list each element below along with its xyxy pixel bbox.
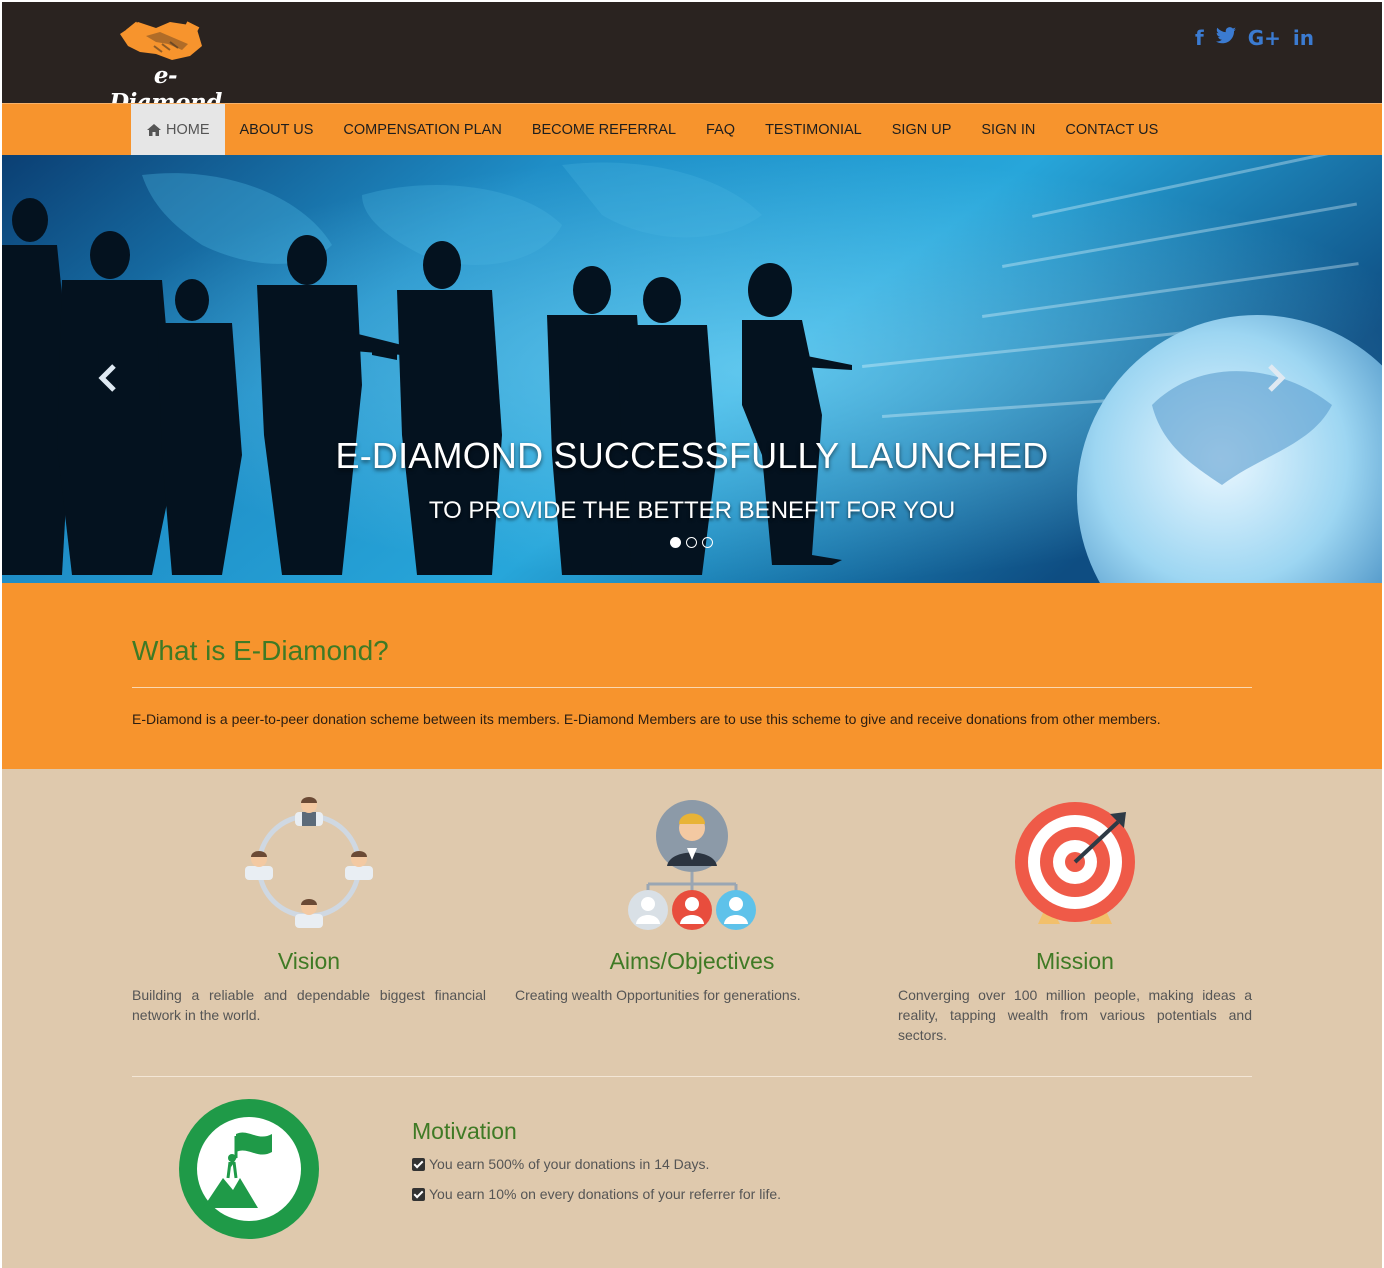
carousel-dot-3[interactable]: [702, 537, 713, 548]
site-logo[interactable]: e-Diamond: [98, 16, 233, 116]
motivation-item-2: You earn 10% on every donations of your …: [412, 1186, 781, 1202]
carousel-prev-arrow[interactable]: [94, 360, 124, 396]
carousel-indicators: [670, 537, 713, 548]
aims-text: Creating wealth Opportunities for genera…: [515, 987, 801, 1003]
about-text: E-Diamond is a peer-to-peer donation sch…: [132, 711, 1161, 727]
vision-text: Building a reliable and dependable bigge…: [132, 987, 486, 1023]
checkbox-icon: [412, 1187, 425, 1201]
checkbox-icon: [412, 1157, 425, 1171]
nav-sign-up[interactable]: SIGN UP: [877, 104, 967, 156]
nav-contact-us[interactable]: CONTACT US: [1050, 104, 1173, 156]
page: e-Diamond f G+ in HOME ABOUT US COMPENSA…: [2, 2, 1382, 1268]
motivation-title: Motivation: [412, 1118, 517, 1144]
facebook-icon[interactable]: f: [1195, 26, 1204, 50]
aims-title: Aims/Objectives: [609, 948, 775, 974]
target-icon: [1015, 802, 1135, 924]
google-plus-icon[interactable]: G+: [1248, 26, 1281, 50]
nav-home-label: HOME: [166, 122, 210, 138]
motivation-item-1: You earn 500% of your donations in 14 Da…: [412, 1156, 709, 1172]
vision-title: Vision: [277, 948, 341, 974]
network-people-icon: [245, 797, 373, 928]
nav-menu: HOME ABOUT US COMPENSATION PLAN BECOME R…: [131, 104, 1173, 156]
mission-text: Converging over 100 million people, maki…: [898, 987, 1252, 1043]
team-hierarchy-icon: [628, 800, 756, 930]
nav-become-referral[interactable]: BECOME REFERRAL: [517, 104, 691, 156]
hero-title: E-DIAMOND SUCCESSFULLY LAUNCHED: [335, 435, 1049, 476]
about-divider: [132, 687, 1252, 688]
section-divider: [132, 1076, 1252, 1077]
motivation-item-1-text: You earn 500% of your donations in 14 Da…: [429, 1156, 710, 1172]
nav-about-us[interactable]: ABOUT US: [225, 104, 329, 156]
mountain-flag-icon: [179, 1099, 319, 1239]
hero-carousel: E-DIAMOND SUCCESSFULLY LAUNCHED TO PROVI…: [2, 155, 1382, 583]
about-heading: What is E-Diamond?: [132, 635, 389, 666]
site-header: e-Diamond f G+ in: [2, 2, 1382, 116]
mission-title: Mission: [1036, 948, 1114, 974]
handshake-icon: [120, 21, 202, 60]
carousel-dot-2[interactable]: [686, 537, 697, 548]
carousel-dot-1[interactable]: [670, 537, 681, 548]
about-section: What is E-Diamond? E-Diamond is a peer-t…: [2, 583, 1382, 769]
hero-subtitle: TO PROVIDE THE BETTER BENEFIT FOR YOU: [428, 497, 956, 524]
nav-faq[interactable]: FAQ: [691, 104, 750, 156]
social-links: f G+ in: [1195, 26, 1314, 50]
nav-testimonial[interactable]: TESTIMONIAL: [750, 104, 877, 156]
nav-sign-in[interactable]: SIGN IN: [966, 104, 1050, 156]
carousel-next-arrow[interactable]: [1260, 360, 1290, 396]
nav-home[interactable]: HOME: [131, 104, 225, 156]
motivation-item-2-text: You earn 10% on every donations of your …: [429, 1186, 782, 1202]
home-icon: [147, 124, 161, 136]
twitter-icon[interactable]: [1215, 26, 1236, 50]
nav-compensation-plan[interactable]: COMPENSATION PLAN: [328, 104, 516, 156]
main-navbar: HOME ABOUT US COMPENSATION PLAN BECOME R…: [2, 103, 1382, 156]
linkedin-icon[interactable]: in: [1293, 26, 1314, 50]
